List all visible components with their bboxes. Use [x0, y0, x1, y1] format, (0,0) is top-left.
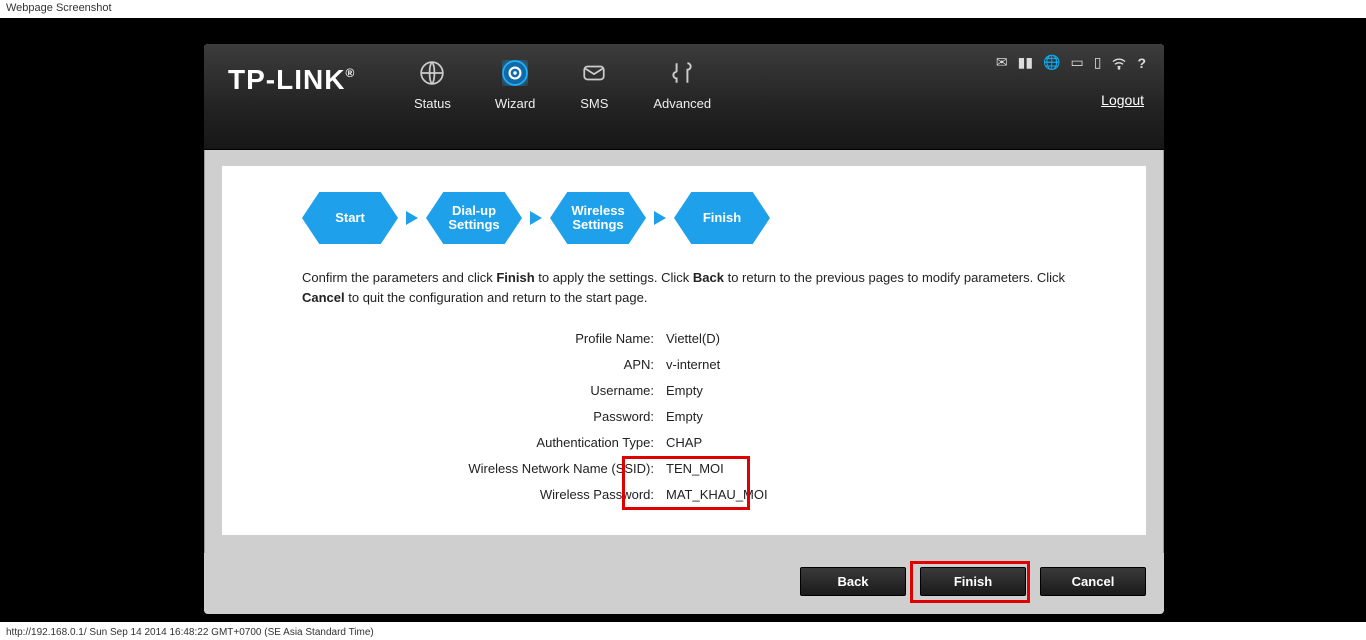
sim-icon: ▯ [1094, 54, 1102, 71]
tools-icon [667, 58, 697, 88]
nav-sms[interactable]: SMS [579, 58, 609, 111]
main-nav: Status Wizard SMS [414, 58, 711, 111]
mail-icon: ✉ [996, 54, 1008, 71]
param-password: Password: Empty [382, 403, 1066, 429]
param-username: Username: Empty [382, 377, 1066, 403]
back-button[interactable]: Back [800, 567, 906, 596]
arrow-icon [654, 211, 666, 225]
nav-label: SMS [580, 96, 608, 111]
brand-logo: TP-LINK® [228, 64, 355, 96]
nav-wizard[interactable]: Wizard [495, 58, 535, 111]
footer-url-timestamp: http://192.168.0.1/ Sun Sep 14 2014 16:4… [6, 627, 374, 638]
arrow-icon [530, 211, 542, 225]
finish-button[interactable]: Finish [920, 567, 1026, 596]
globe-icon [417, 58, 447, 88]
step-wireless[interactable]: Wireless Settings [550, 192, 646, 244]
globe-small-icon: 🌐 [1043, 54, 1060, 71]
screenshot-label: Webpage Screenshot [6, 2, 112, 14]
logout-link[interactable]: Logout [1101, 92, 1144, 108]
battery-icon: ▭ [1070, 54, 1083, 71]
status-tray: ✉ ▮▮ 🌐 ▭ ▯ ? [996, 54, 1146, 71]
wizard-panel: Start Dial-up Settings Wireless Settings… [222, 166, 1146, 535]
param-profile-name: Profile Name: Viettel(D) [382, 325, 1066, 351]
header-bar: TP-LINK® Status Wizard [204, 44, 1164, 150]
param-apn: APN: v-internet [382, 351, 1066, 377]
step-finish[interactable]: Finish [674, 192, 770, 244]
nav-label: Wizard [495, 96, 535, 111]
nav-status[interactable]: Status [414, 58, 451, 111]
instruction-text: Confirm the parameters and click Finish … [302, 268, 1066, 307]
nav-advanced[interactable]: Advanced [653, 58, 711, 111]
nav-label: Status [414, 96, 451, 111]
cancel-button[interactable]: Cancel [1040, 567, 1146, 596]
step-start[interactable]: Start [302, 192, 398, 244]
wizard-button-bar: Back Finish Cancel [204, 553, 1164, 614]
step-dialup[interactable]: Dial-up Settings [426, 192, 522, 244]
parameter-summary: Profile Name: Viettel(D) APN: v-internet… [382, 325, 1066, 507]
param-ssid: Wireless Network Name (SSID): TEN_MOI [382, 455, 1066, 481]
router-admin-window: TP-LINK® Status Wizard [204, 44, 1164, 614]
envelope-icon [579, 58, 609, 88]
gear-icon [500, 58, 530, 88]
nav-label: Advanced [653, 96, 711, 111]
param-auth-type: Authentication Type: CHAP [382, 429, 1066, 455]
param-wireless-password: Wireless Password: MAT_KHAU_MOI [382, 481, 1066, 507]
help-icon[interactable]: ? [1137, 55, 1146, 71]
wizard-steps: Start Dial-up Settings Wireless Settings… [302, 192, 1066, 244]
wifi-icon [1111, 56, 1127, 70]
signal-icon: ▮▮ [1018, 54, 1033, 71]
arrow-icon [406, 211, 418, 225]
